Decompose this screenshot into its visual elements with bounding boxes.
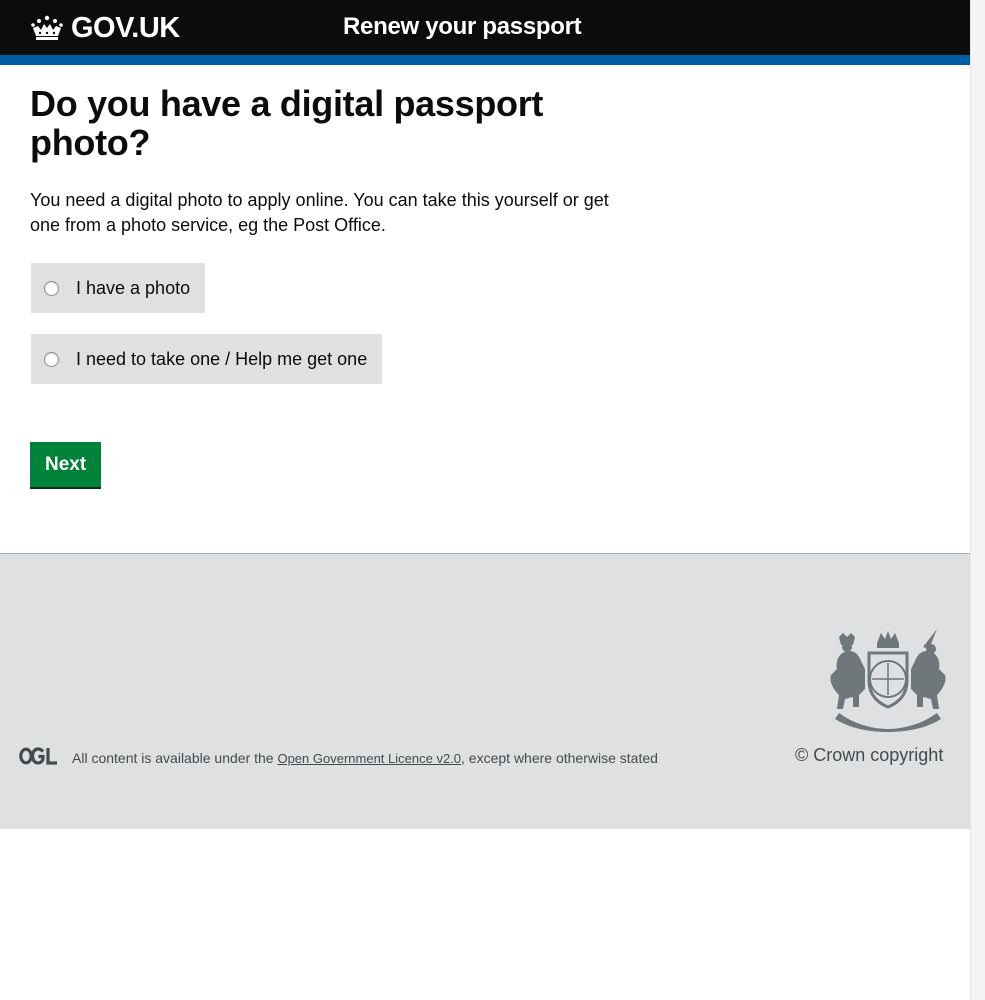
licence-prefix: All content is available under the bbox=[72, 750, 278, 766]
intro-text: You need a digital photo to apply online… bbox=[30, 190, 609, 235]
service-name-link[interactable]: Renew your passport bbox=[343, 13, 582, 41]
site-header: GOV.UK Renew your passport bbox=[0, 0, 970, 55]
scrollbar-track[interactable] bbox=[970, 0, 985, 1000]
next-button[interactable]: Next bbox=[30, 442, 102, 487]
site-footer: All content is available under the Open … bbox=[0, 553, 970, 829]
radio-option-label: I have a photo bbox=[76, 277, 191, 298]
govuk-home-link[interactable]: GOV.UK bbox=[30, 10, 180, 46]
page-title: Do you have a digital passport photo? bbox=[30, 83, 544, 163]
licence-suffix: , except where otherwise stated bbox=[461, 750, 658, 766]
radio-option-label: I need to take one / Help me get one bbox=[76, 348, 368, 369]
licence-link[interactable]: Open Government Licence v2.0 bbox=[277, 751, 461, 766]
crown-copyright-link[interactable]: © Crown copyright bbox=[795, 745, 943, 766]
licence-text: All content is available under the Open … bbox=[72, 750, 658, 766]
header-blue-bar bbox=[0, 55, 970, 65]
main-content: Do you have a digital passport photo? Yo… bbox=[30, 83, 630, 487]
radio-option-need-photo[interactable]: I need to take one / Help me get one bbox=[31, 334, 383, 384]
royal-coat-of-arms-icon bbox=[830, 629, 946, 732]
page: GOV.UK Renew your passport Do you have a… bbox=[0, 0, 970, 1000]
radio-option-have-photo[interactable]: I have a photo bbox=[31, 263, 206, 313]
ogl-logo-icon bbox=[19, 747, 57, 765]
radio-button[interactable] bbox=[44, 351, 59, 367]
govuk-logo-text: GOV.UK bbox=[71, 11, 180, 44]
radio-button[interactable] bbox=[44, 280, 59, 296]
crown-icon bbox=[31, 15, 63, 40]
